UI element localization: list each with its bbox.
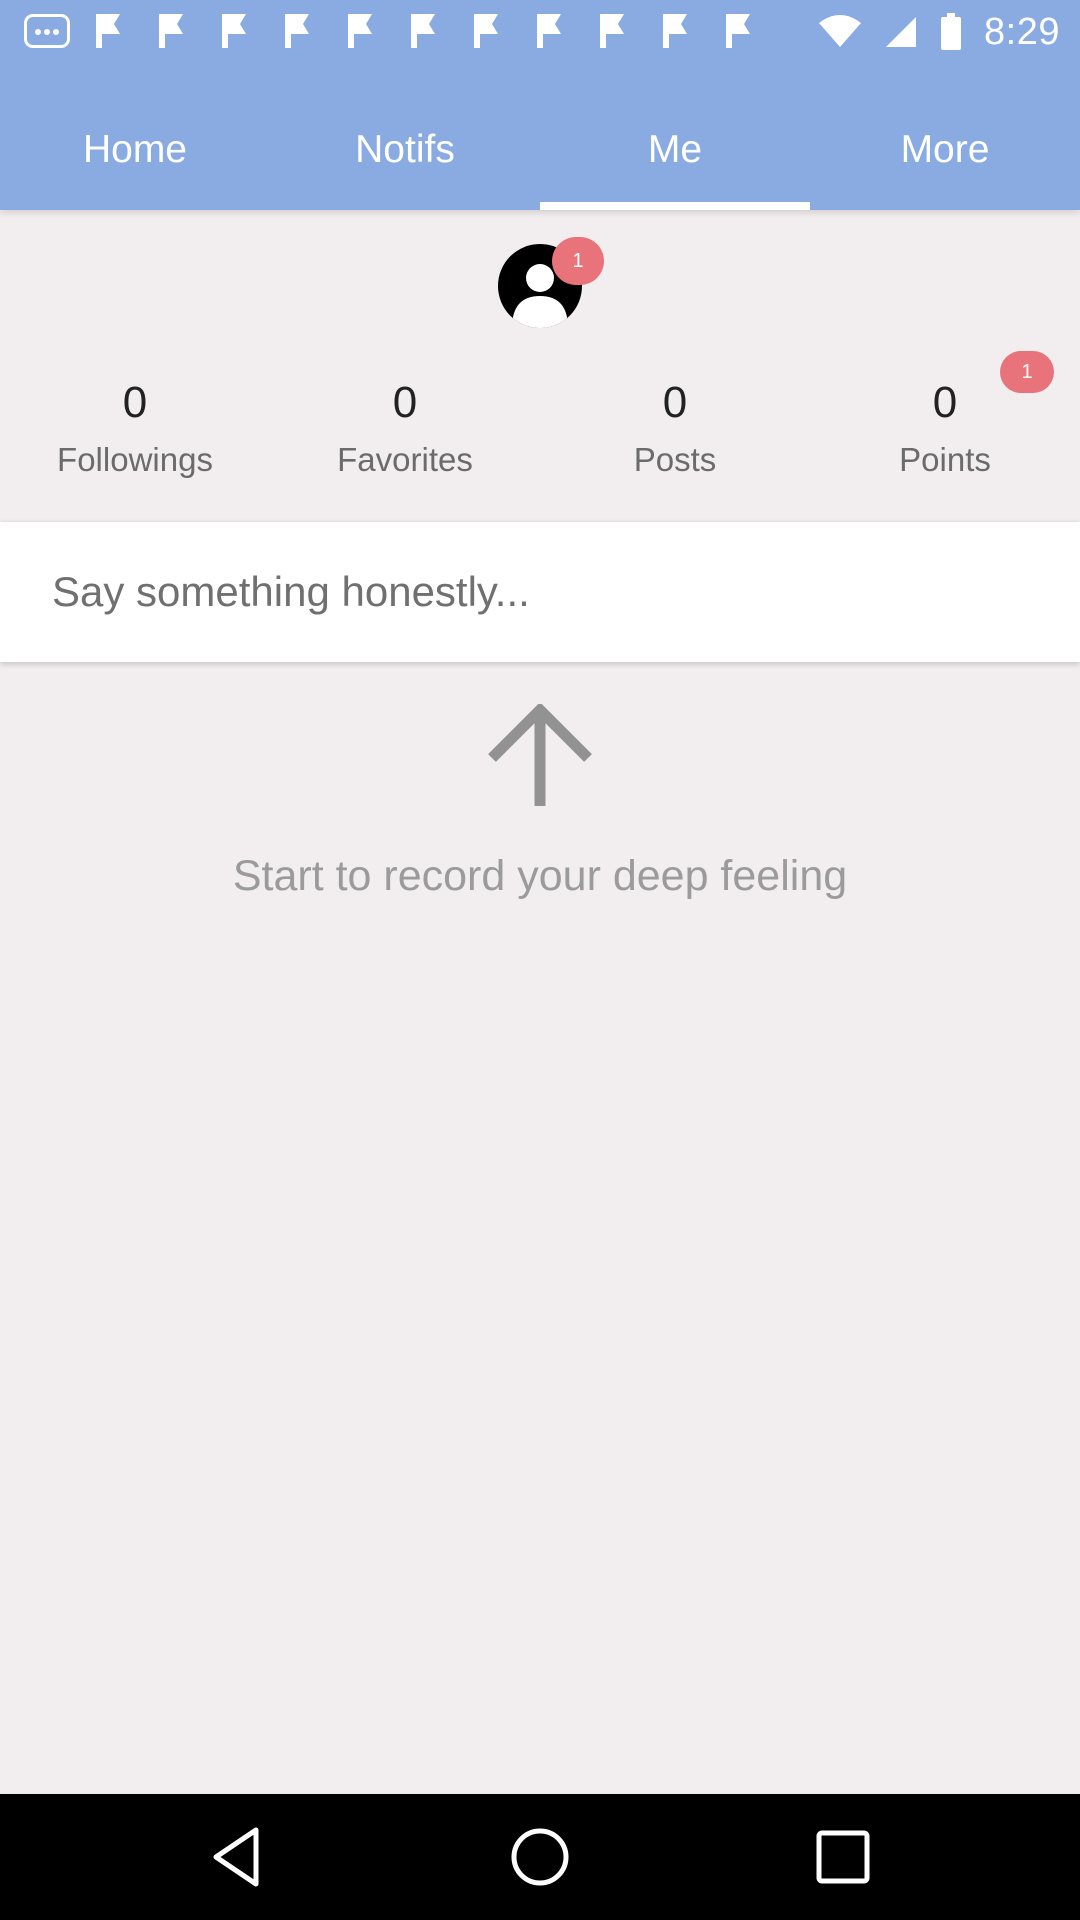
tab-me[interactable]: Me: [540, 100, 810, 210]
tab-label: Me: [647, 128, 703, 171]
points-notification-badge: 1: [1000, 351, 1054, 393]
status-time: 8:29: [984, 10, 1060, 53]
compose-box: [0, 522, 1080, 662]
stat-label: Points: [899, 441, 991, 478]
battery-icon: [941, 13, 962, 50]
active-tab-indicator: [540, 202, 810, 210]
stat-count: 0: [392, 378, 418, 427]
stat-label: Posts: [633, 441, 717, 478]
tab-more[interactable]: More: [810, 100, 1080, 210]
stat-label: Favorites: [337, 441, 473, 478]
tab-bar: Home Notifs Me More: [0, 100, 1080, 210]
signal-icon: [886, 17, 917, 47]
system-navigation-bar: [0, 1794, 1080, 1920]
flag-icon: [537, 14, 561, 48]
stat-favorites[interactable]: 0 Favorites: [270, 370, 540, 484]
flag-icon: [159, 14, 183, 48]
stat-count: 0: [662, 378, 688, 427]
stat-posts[interactable]: 0 Posts: [540, 370, 810, 484]
flag-icon: [222, 14, 246, 48]
flag-icon: [348, 14, 372, 48]
tab-home[interactable]: Home: [0, 100, 270, 210]
stat-followings[interactable]: 0 Followings: [0, 370, 270, 484]
wifi-icon: [819, 15, 862, 47]
status-bar-right: 8:29: [818, 6, 1060, 58]
recents-icon[interactable]: [808, 1822, 878, 1892]
flag-icon: [600, 14, 624, 48]
stat-count: 0: [122, 378, 148, 427]
flag-icon: [726, 14, 750, 48]
tab-label: More: [900, 128, 990, 171]
tab-label: Home: [82, 128, 188, 171]
tab-notifs[interactable]: Notifs: [270, 100, 540, 210]
stat-label: Followings: [57, 441, 213, 478]
app-header: 8:29 Home Notifs Me More: [0, 0, 1080, 210]
status-bar: 8:29: [0, 0, 1080, 64]
avatar-notification-badge: 1: [552, 237, 604, 285]
compose-input[interactable]: [52, 522, 1032, 662]
empty-state-text: Start to record your deep feeling: [232, 852, 848, 900]
profile-stats: 0 Followings 0 Favorites 0 Posts 0 Point…: [0, 370, 1080, 484]
home-icon[interactable]: [505, 1822, 575, 1892]
tab-label: Notifs: [355, 128, 455, 171]
flag-icon: [663, 14, 687, 48]
flag-icon: [474, 14, 498, 48]
flag-icon: [96, 14, 120, 48]
more-notifications-icon: [24, 14, 70, 48]
flag-icon: [285, 14, 309, 48]
arrow-up-icon: [488, 704, 592, 806]
flag-icon: [411, 14, 435, 48]
back-icon[interactable]: [204, 1822, 274, 1892]
